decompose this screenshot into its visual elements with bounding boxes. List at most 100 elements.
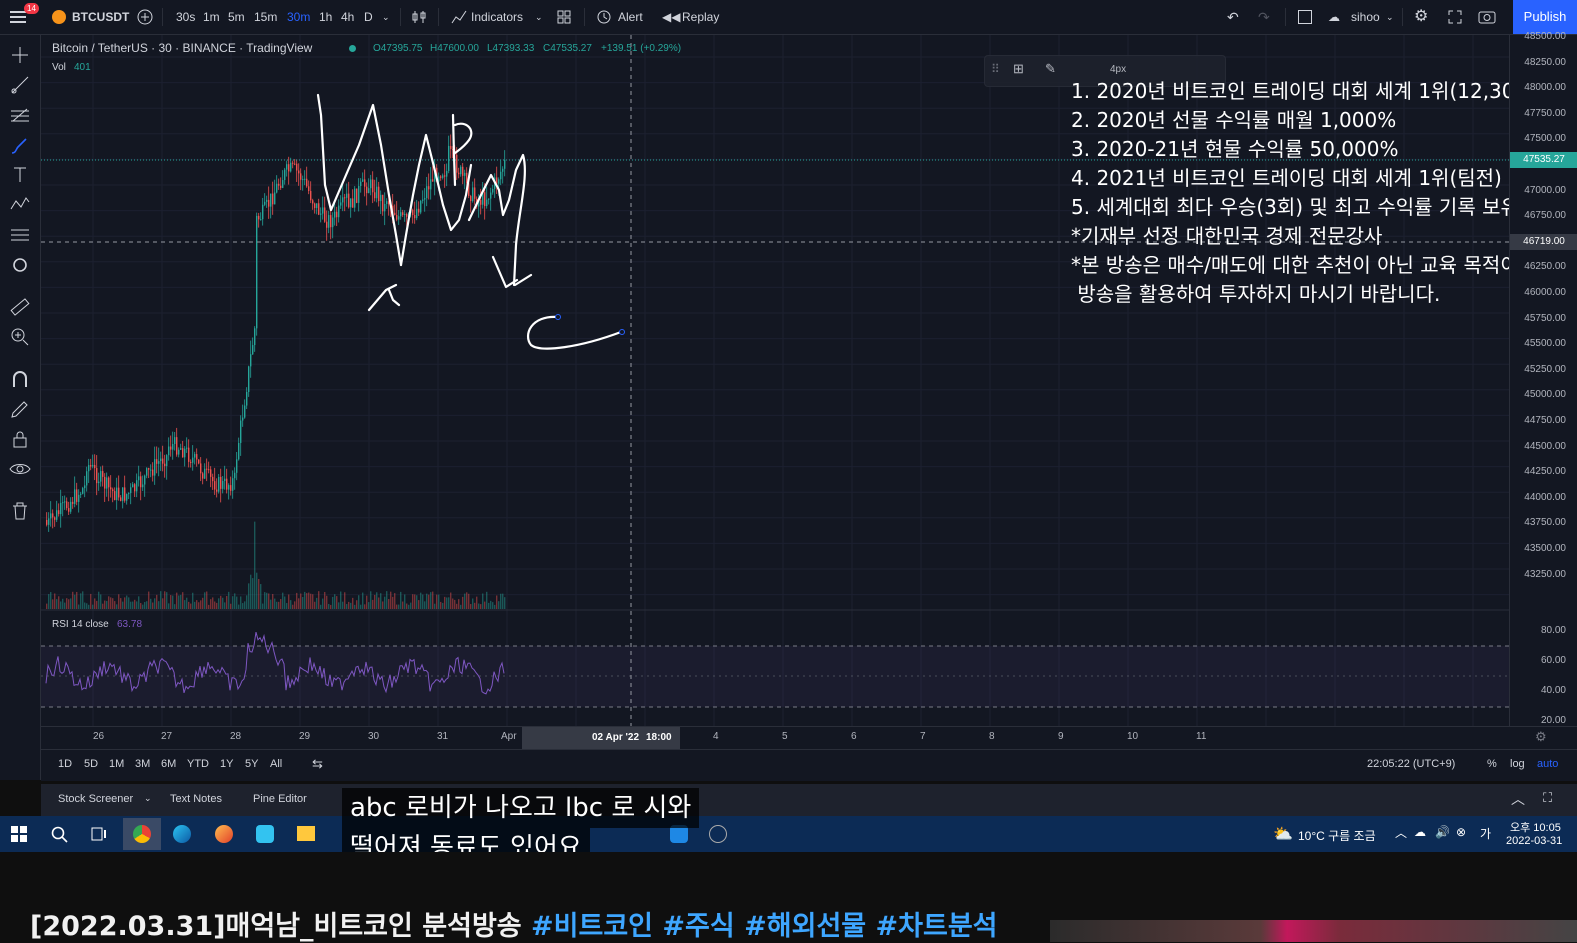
crosshair-icon[interactable]: [8, 43, 32, 67]
brush-icon[interactable]: [8, 133, 32, 157]
range-5Y[interactable]: 5Y: [245, 758, 258, 770]
cloud-icon[interactable]: ☁: [1328, 0, 1340, 34]
fullscreen-icon[interactable]: [1448, 10, 1462, 24]
layout-chevron-icon[interactable]: ⌄: [1386, 0, 1394, 34]
eye-icon[interactable]: [8, 457, 32, 481]
taskbar-date[interactable]: 2022-03-31: [1506, 835, 1562, 847]
channel-thumbnail-strip[interactable]: [1050, 920, 1577, 942]
interval-dropdown-chevron-icon[interactable]: ⌄: [382, 0, 390, 34]
search-icon[interactable]: [50, 825, 68, 843]
maximize-panel-icon[interactable]: ⛶: [1543, 790, 1552, 806]
task-view-icon[interactable]: [90, 825, 108, 843]
replay-button[interactable]: Replay: [682, 0, 719, 34]
alert-icon[interactable]: [596, 9, 612, 25]
trend-line-icon[interactable]: [8, 73, 32, 97]
auto-scale-toggle[interactable]: auto: [1537, 758, 1558, 770]
tab-text-notes[interactable]: Text Notes: [170, 793, 222, 805]
range-1M[interactable]: 1M: [109, 758, 124, 770]
symbol-legend-title[interactable]: Bitcoin / TetherUS · 30 · BINANCE · Trad…: [52, 41, 312, 55]
prediction-icon[interactable]: [8, 223, 32, 247]
fullscreen-layout-icon[interactable]: [1298, 10, 1312, 24]
trash-icon[interactable]: [8, 499, 32, 523]
ime-icon[interactable]: 가: [1480, 825, 1491, 842]
log-scale-toggle[interactable]: log: [1510, 758, 1525, 770]
clock-timezone[interactable]: 22:05:22 (UTC+9): [1367, 758, 1455, 770]
interval-30s[interactable]: 30s: [176, 0, 195, 34]
pattern-icon[interactable]: [8, 193, 32, 217]
drag-handle-icon[interactable]: ⠿: [991, 62, 1000, 76]
lock-icon[interactable]: [8, 427, 32, 451]
camera-icon[interactable]: [1478, 9, 1496, 25]
tab-stock-screener[interactable]: Stock Screener: [58, 793, 133, 805]
range-6M[interactable]: 6M: [161, 758, 176, 770]
interval-15m[interactable]: 15m: [254, 0, 277, 34]
settings-gear-icon[interactable]: ⚙: [1414, 0, 1428, 34]
collapse-panel-chevron-up-icon[interactable]: ︿: [1511, 789, 1525, 809]
hashtag-link[interactable]: #해외선물: [744, 911, 866, 942]
tray-app-icon[interactable]: ⊗: [1456, 825, 1466, 839]
taskbar-time[interactable]: 오후 10:05: [1510, 819, 1561, 835]
line-color-icon[interactable]: ✎: [1045, 61, 1056, 77]
goto-date-icon[interactable]: ⇆: [312, 756, 323, 772]
magnet-icon[interactable]: [8, 367, 32, 391]
chrome-app-icon[interactable]: [123, 818, 161, 850]
replay-icon[interactable]: ◀◀: [662, 0, 680, 34]
indicators-chevron-icon[interactable]: ⌄: [535, 0, 543, 34]
network-icon[interactable]: ☁: [1414, 825, 1426, 839]
rsi-legend-label[interactable]: RSI 14 close: [52, 619, 109, 630]
hashtag-link[interactable]: #주식: [662, 911, 734, 942]
tab-pine-editor[interactable]: Pine Editor: [253, 793, 307, 805]
app-icon[interactable]: [709, 825, 727, 843]
symbol-search-button[interactable]: BTCUSDT: [72, 0, 129, 34]
interval-1h[interactable]: 1h: [319, 0, 332, 34]
candle-style-icon[interactable]: [411, 9, 427, 25]
percent-scale-toggle[interactable]: %: [1487, 758, 1497, 770]
volume-legend-label[interactable]: Vol: [52, 62, 66, 73]
interval-30m[interactable]: 30m: [287, 0, 310, 34]
fib-retracement-icon[interactable]: [8, 103, 32, 127]
ruler-icon[interactable]: [8, 295, 32, 319]
layout-grid-icon[interactable]: [557, 10, 571, 24]
volume-icon[interactable]: 🔊: [1435, 825, 1450, 839]
interval-D[interactable]: D: [364, 0, 373, 34]
edge-app-icon[interactable]: [173, 825, 191, 843]
axis-settings-gear-icon[interactable]: ⚙: [1535, 729, 1547, 745]
app-icon[interactable]: [256, 825, 274, 843]
text-tool-icon[interactable]: [8, 163, 32, 187]
hashtag-link[interactable]: #차트분석: [876, 911, 998, 942]
range-1D[interactable]: 1D: [58, 758, 72, 770]
range-All[interactable]: All: [270, 758, 282, 770]
firefox-app-icon[interactable]: [215, 825, 233, 843]
line-width-label[interactable]: 4px: [1110, 64, 1126, 75]
interval-1m[interactable]: 1m: [203, 0, 220, 34]
user-layout-name[interactable]: sihoo: [1351, 0, 1380, 34]
range-5D[interactable]: 5D: [84, 758, 98, 770]
stock-screener-chevron-icon[interactable]: ⌄: [144, 793, 152, 804]
windows-start-icon[interactable]: [11, 826, 27, 842]
range-3M[interactable]: 3M: [135, 758, 150, 770]
range-YTD[interactable]: YTD: [187, 758, 209, 770]
templates-icon[interactable]: ⊞: [1013, 61, 1024, 77]
indicators-button[interactable]: Indicators: [471, 0, 523, 34]
stay-drawing-mode-icon[interactable]: [8, 397, 32, 421]
range-1Y[interactable]: 1Y: [220, 758, 233, 770]
volume-bar: [358, 595, 360, 609]
shapes-circle-icon[interactable]: [8, 253, 32, 277]
hashtag-link[interactable]: #비트코인: [531, 911, 653, 942]
undo-icon[interactable]: ↶: [1227, 0, 1239, 34]
weather-text[interactable]: 10°C 구름 조금: [1298, 827, 1376, 844]
redo-icon[interactable]: ↷: [1258, 0, 1270, 34]
interval-4h[interactable]: 4h: [341, 0, 354, 34]
alert-button[interactable]: Alert: [618, 0, 643, 34]
tray-chevron-up-icon[interactable]: ︿: [1395, 824, 1407, 841]
volume-bar: [200, 600, 202, 609]
time-axis[interactable]: 26 27 28 29 30 31 Apr 4 5 6 7 8 9 10 11 02 Apr '22 18:…: [41, 726, 1577, 749]
publish-button[interactable]: Publish: [1513, 0, 1577, 34]
price-axis[interactable]: 48500.00 48250.00 48000.00 47750.00 47500.00…: [1509, 31, 1577, 726]
indicators-icon[interactable]: [451, 9, 467, 25]
interval-5m[interactable]: 5m: [228, 0, 245, 34]
zoom-in-icon[interactable]: [8, 325, 32, 349]
chart-pane[interactable]: Bitcoin / TetherUS · 30 · BINANCE · Trad…: [41, 35, 1554, 726]
file-explorer-icon[interactable]: [297, 826, 315, 841]
compare-add-icon[interactable]: [137, 9, 153, 25]
